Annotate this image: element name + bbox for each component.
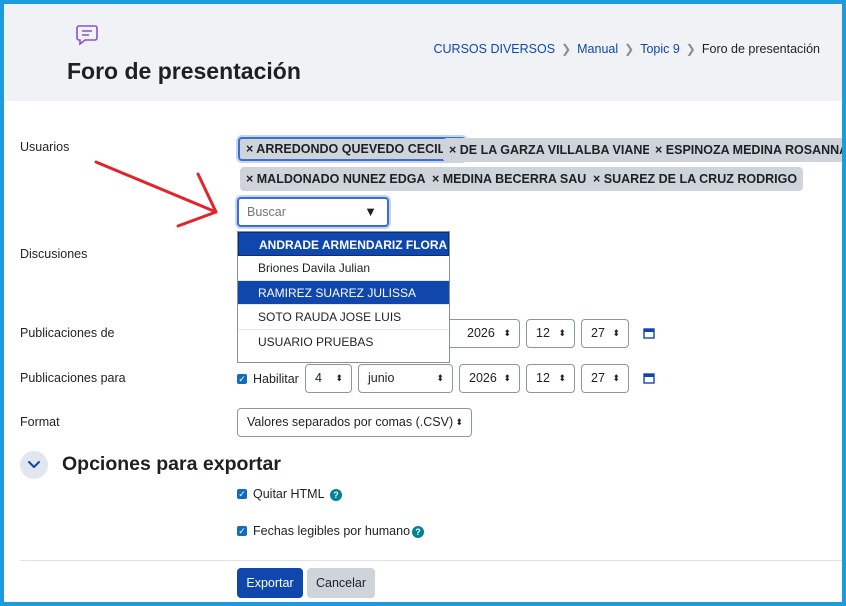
page-header: Foro de presentación CURSOS DIVERSOS ❯ M… [4, 4, 842, 101]
pub-to-year-value: 2026 [469, 371, 497, 385]
sort-arrows-icon: ⬍ [455, 417, 463, 427]
breadcrumb-current: Foro de presentación [701, 42, 820, 56]
sort-arrows-icon: ⬍ [558, 328, 566, 338]
pub-from-label: Publicaciones de [20, 326, 115, 340]
usuarios-label: Usuarios [20, 140, 70, 154]
user-search-box[interactable]: ▼ [237, 197, 389, 227]
format-label: Format [20, 415, 60, 429]
pub-to-hour-value: 12 [536, 371, 550, 385]
strip-html-label: Quitar HTML [253, 487, 325, 501]
chevron-right-icon: ❯ [624, 42, 635, 56]
sort-arrows-icon: ⬍ [335, 373, 343, 383]
suggestion-option[interactable]: RAMIREZ SUAREZ JULISSA [238, 280, 449, 306]
user-search-input[interactable] [239, 199, 359, 225]
enable-label: Habilitar [253, 372, 299, 386]
suggestion-option[interactable]: SOTO RAUDA JOSE LUIS [238, 305, 449, 330]
breadcrumb: CURSOS DIVERSOS ❯ Manual ❯ Topic 9 ❯ For… [434, 42, 821, 56]
export-options-title: Opciones para exportar [62, 453, 281, 475]
user-suggestions-list: ANDRADE ARMENDARIZ FLORA Briones Davila … [237, 231, 450, 363]
sort-arrows-icon: ⬍ [612, 373, 620, 383]
sort-arrows-icon: ⬍ [558, 373, 566, 383]
pub-from-hour-value: 12 [536, 326, 550, 340]
help-icon[interactable]: ? [330, 489, 342, 501]
chevron-down-icon [28, 461, 40, 468]
cancel-button[interactable]: Cancelar [307, 568, 375, 598]
strip-html-checkbox[interactable]: ✓ [237, 489, 247, 499]
pub-to-month-value: junio [368, 371, 395, 385]
user-chip[interactable]: × DE LA GARZA VILLALBA VIANEY [443, 138, 666, 162]
format-value: Valores separados por comas (.CSV) [247, 415, 454, 429]
pub-from-minute-value: 27 [591, 326, 605, 340]
calendar-icon[interactable] [643, 372, 655, 384]
collapse-section-button[interactable] [20, 451, 48, 479]
breadcrumb-topic[interactable]: Topic 9 [640, 42, 680, 56]
chevron-right-icon: ❯ [561, 42, 572, 56]
calendar-icon[interactable] [643, 327, 655, 339]
pub-from-year-select[interactable]: 2026 ⬍ [450, 319, 520, 348]
pub-to-year-select[interactable]: 2026 ⬍ [459, 364, 520, 393]
user-chip[interactable]: × ESPINOZA MEDINA ROSANNA [649, 138, 846, 162]
sort-arrows-icon: ⬍ [503, 328, 511, 338]
breadcrumb-manual[interactable]: Manual [577, 42, 618, 56]
suggestion-option[interactable]: Briones Davila Julian [238, 256, 449, 281]
breadcrumb-courses[interactable]: CURSOS DIVERSOS [434, 42, 556, 56]
pub-to-minute-value: 27 [591, 371, 605, 385]
export-button[interactable]: Exportar [237, 568, 303, 598]
chevron-right-icon: ❯ [685, 42, 696, 56]
sort-arrows-icon: ⬍ [612, 328, 620, 338]
enable-checkbox[interactable]: ✓ [237, 374, 247, 384]
user-chip[interactable]: × ARREDONDO QUEVEDO CECILIA [238, 137, 466, 161]
pub-to-month-select[interactable]: junio ⬍ [358, 364, 453, 393]
human-dates-checkbox[interactable]: ✓ [237, 526, 247, 536]
pub-to-day-value: 4 [315, 371, 322, 385]
suggestion-option[interactable]: USUARIO PRUEBAS [238, 330, 449, 354]
sort-arrows-icon: ⬍ [436, 373, 444, 383]
divider [20, 560, 842, 561]
pub-from-year-value: 2026 [467, 326, 495, 340]
pub-from-minute-select[interactable]: 27 ⬍ [581, 319, 629, 348]
user-chip[interactable]: × MALDONADO NUNEZ EDGAR [240, 167, 441, 191]
pub-from-hour-select[interactable]: 12 ⬍ [526, 319, 575, 348]
sort-arrows-icon: ⬍ [503, 373, 511, 383]
suggestion-option[interactable]: ANDRADE ARMENDARIZ FLORA [238, 232, 449, 257]
caret-down-icon[interactable]: ▼ [364, 204, 377, 219]
pub-to-day-select[interactable]: 4 ⬍ [305, 364, 352, 393]
forum-icon [76, 25, 98, 46]
pub-to-label: Publicaciones para [20, 371, 126, 385]
discusiones-label: Discusiones [20, 247, 88, 261]
pub-to-hour-select[interactable]: 12 ⬍ [526, 364, 575, 393]
user-chip[interactable]: × MEDINA BECERRA SAUL [426, 167, 600, 191]
human-dates-label: Fechas legibles por humano [253, 524, 411, 538]
pub-to-minute-select[interactable]: 27 ⬍ [581, 364, 629, 393]
annotation-arrow-icon [94, 160, 218, 228]
help-icon[interactable]: ? [412, 526, 424, 538]
user-chip[interactable]: × SUAREZ DE LA CRUZ RODRIGO [587, 167, 804, 191]
page-title: Foro de presentación [67, 58, 301, 84]
format-select[interactable]: Valores separados por comas (.CSV) ⬍ [237, 408, 472, 437]
